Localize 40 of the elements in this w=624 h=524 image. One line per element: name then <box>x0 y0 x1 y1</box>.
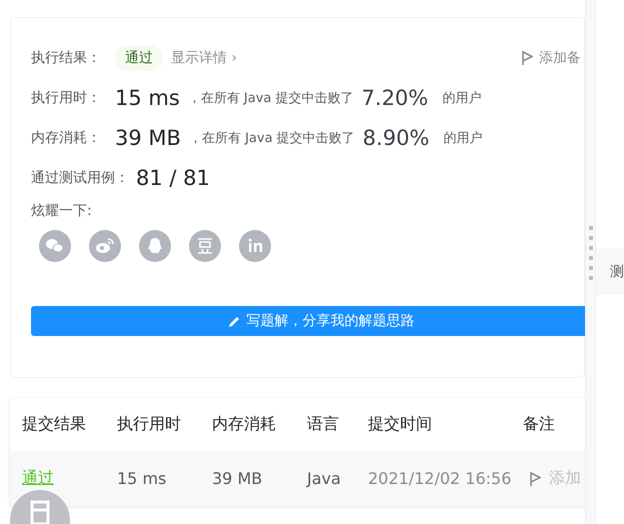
column-header: 备注 <box>523 414 556 435</box>
stat-label: 执行用时： <box>31 89 102 107</box>
flag-icon <box>521 50 533 66</box>
pencil-icon <box>228 314 240 328</box>
flag-icon <box>529 470 541 486</box>
stat-value: 39 MB <box>115 126 181 150</box>
add-note-button[interactable]: 添加备 <box>521 49 584 67</box>
tests-label: 通过测试用例： <box>31 169 130 187</box>
column-header: 语言 <box>307 414 340 435</box>
linkedin-icon[interactable] <box>239 230 271 262</box>
column-header: 执行用时 <box>117 414 182 435</box>
stat-text: ，在所有 Java 提交中击败了 <box>188 130 355 147</box>
table-cell-text: 39 MB <box>212 469 264 488</box>
result-link[interactable]: 通过 <box>22 468 117 489</box>
add-note-button[interactable]: 添加 <box>529 468 585 489</box>
wechat-icon[interactable] <box>39 230 71 262</box>
weibo-icon[interactable] <box>89 230 121 262</box>
write-solution-button[interactable]: 写题解，分享我的解题思路 <box>31 306 585 336</box>
column-header: 内存消耗 <box>212 414 277 435</box>
stat-label: 内存消耗： <box>31 129 102 147</box>
stat-percent: 8.90% <box>362 126 430 150</box>
status-badge: 通过 <box>115 45 163 71</box>
details-link[interactable]: 显示详情 › <box>171 49 238 67</box>
share-label: 炫耀一下: <box>31 202 93 220</box>
column-header: 提交时间 <box>368 414 433 435</box>
result-label: 执行结果： <box>31 49 102 67</box>
table-cell-text: Java <box>307 469 342 488</box>
book-icon <box>29 500 51 524</box>
table-cell-text: 2021/12/02 16:56 <box>368 469 512 488</box>
table-cell-text: 15 ms <box>117 469 168 488</box>
column-header: 提交结果 <box>22 414 87 435</box>
stat-text: ，在所有 Java 提交中击败了 <box>188 90 354 107</box>
stat-value: 15 ms <box>115 86 180 110</box>
side-tab[interactable]: 测 <box>596 248 624 295</box>
stat-suffix: 的用户 <box>442 90 482 107</box>
douban-icon[interactable] <box>189 230 221 262</box>
stat-percent: 7.20% <box>362 86 428 110</box>
penguin-icon[interactable] <box>139 230 171 262</box>
tests-value: 81 / 81 <box>136 166 210 190</box>
stat-suffix: 的用户 <box>443 130 482 147</box>
